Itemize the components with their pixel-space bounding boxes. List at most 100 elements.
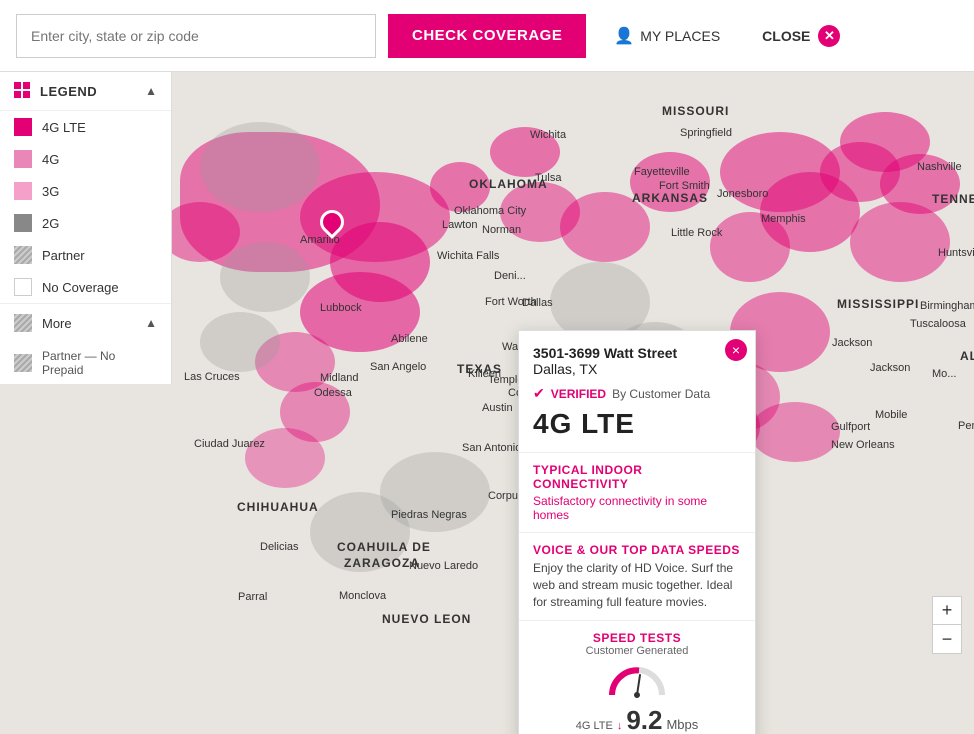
popup-verified-row: ✔ VERIFIED By Customer Data — [519, 381, 755, 406]
more-header[interactable]: More ▲ — [0, 304, 171, 342]
city-label-jackson: Jackson — [832, 337, 872, 349]
legend-item-2g: 2G — [0, 207, 171, 239]
legend-item-3g: 3G — [0, 175, 171, 207]
more-swatch — [14, 314, 32, 332]
popup-close-button[interactable]: × — [725, 339, 747, 361]
city-label-killeen: Killeen — [468, 368, 501, 380]
legend-header-left: LEGEND — [14, 82, 97, 100]
legend-label-4g: 4G — [42, 152, 59, 167]
city-label-las-cruces: Las Cruces — [184, 371, 240, 383]
gauge-svg — [607, 665, 667, 701]
city-label-chihuahua: CHIHUAHUA — [237, 500, 319, 514]
swatch-partner-no-prepaid — [14, 354, 32, 372]
swatch-3g — [14, 182, 32, 200]
speed-number: 9.2 — [626, 705, 662, 734]
popup-voice-body: Enjoy the clarity of HD Voice. Surf the … — [533, 560, 741, 610]
close-icon: ✕ — [818, 25, 840, 47]
more-section: More ▲ Partner — No Prepaid — [0, 303, 171, 384]
popup-indoor-section: TYPICAL INDOOR CONNECTIVITY Satisfactory… — [519, 453, 755, 532]
legend-item-4glte: 4G LTE — [0, 111, 171, 143]
popup-voice-title: VOICE & OUR TOP DATA SPEEDS — [533, 543, 741, 557]
city-label-birmingham: Birmingham — [920, 300, 974, 312]
verified-label: VERIFIED — [551, 387, 606, 401]
city-label-texas: TEXAS — [457, 362, 502, 376]
city-label-delicias: Delicias — [260, 541, 299, 553]
popup-city: Dallas, TX — [533, 361, 741, 377]
legend-label-4glte: 4G LTE — [42, 120, 86, 135]
city-label-austin: Austin — [482, 402, 513, 414]
legend-label-nocoverage: No Coverage — [42, 280, 119, 295]
popup-speed-section: SPEED TESTS Customer Generated — [519, 620, 755, 734]
check-coverage-label: CHECK COVERAGE — [412, 27, 562, 44]
legend-header: LEGEND ▲ — [0, 72, 171, 111]
city-label-laredo: Nuevo Laredo — [409, 560, 478, 572]
speed-unit: Mbps — [666, 717, 698, 732]
city-label-san-angelo: San Angelo — [370, 361, 426, 373]
city-label-denison: Deni... — [494, 270, 526, 282]
city-label-montgomery: Mo... — [932, 368, 956, 380]
swatch-2g — [14, 214, 32, 232]
popup-street: 3501-3699 Watt Street — [533, 345, 741, 361]
legend-collapse-icon[interactable]: ▲ — [145, 84, 157, 98]
zoom-in-button[interactable]: + — [933, 597, 961, 625]
zoom-out-button[interactable]: − — [933, 625, 961, 653]
city-label-jackson2: Jackson — [870, 362, 910, 374]
my-places-button[interactable]: 👤 MY PLACES — [598, 14, 736, 58]
speed-arrow-icon: ↓ — [617, 720, 623, 732]
city-label-missouri: MISSOURI — [662, 104, 729, 118]
verified-check-icon: ✔ — [533, 385, 545, 402]
legend-label-partner: Partner — [42, 248, 85, 263]
legend-label-partner-no-prepaid: Partner — No Prepaid — [42, 349, 157, 377]
swatch-nocoverage — [14, 278, 32, 296]
legend-title: LEGEND — [40, 84, 97, 99]
speedometer — [533, 665, 741, 701]
city-label-mississippi: MISSISSIPPI — [837, 297, 919, 311]
legend-label-2g: 2G — [42, 216, 59, 231]
speed-label: 4G LTE — [576, 720, 613, 732]
city-label-new-orleans: New Orleans — [831, 439, 895, 451]
swatch-4g — [14, 150, 32, 168]
legend-item-partner: Partner — [0, 239, 171, 271]
person-icon: 👤 — [614, 26, 634, 46]
city-label-mobile: Mobile — [875, 409, 907, 421]
city-label-alaba: ALA& M... — [960, 349, 974, 363]
city-label-monclova: Monclova — [339, 590, 386, 602]
more-left: More — [14, 314, 72, 332]
city-label-fort-worth: Fort Worth — [485, 296, 537, 308]
speed-tests-title: SPEED TESTS — [533, 631, 741, 645]
map-pin — [320, 210, 344, 240]
close-button[interactable]: CLOSE ✕ — [748, 14, 854, 58]
popup-indoor-title: TYPICAL INDOOR CONNECTIVITY — [533, 463, 741, 491]
search-input[interactable] — [16, 14, 376, 58]
city-label-dallas: Dallas — [522, 297, 553, 309]
legend-grid-icon — [14, 82, 32, 100]
my-places-label: MY PLACES — [640, 28, 720, 44]
verified-by: By Customer Data — [612, 387, 710, 401]
zoom-controls: + − — [932, 596, 962, 654]
legend-item-4g: 4G — [0, 143, 171, 175]
city-label-springfield: Springfield — [680, 127, 732, 139]
legend-item-partner-no-prepaid: Partner — No Prepaid — [0, 342, 171, 384]
coverage-popup: × 3501-3699 Watt Street Dallas, TX ✔ VER… — [518, 330, 756, 734]
more-chevron-icon: ▲ — [145, 316, 157, 330]
legend-panel: LEGEND ▲ 4G LTE 4G 3G 2G Partner No Cove… — [0, 72, 172, 384]
speed-tests-sub: Customer Generated — [533, 645, 741, 657]
city-label-parral: Parral — [238, 591, 267, 603]
check-coverage-button[interactable]: CHECK COVERAGE — [388, 14, 586, 58]
popup-voice-section: VOICE & OUR TOP DATA SPEEDS Enjoy the cl… — [519, 533, 755, 620]
speed-value-row: 4G LTE ↓ 9.2 Mbps — [533, 705, 741, 734]
topbar: CHECK COVERAGE 👤 MY PLACES CLOSE ✕ — [0, 0, 974, 72]
legend-label-3g: 3G — [42, 184, 59, 199]
popup-address: 3501-3699 Watt Street Dallas, TX — [519, 331, 755, 381]
popup-coverage-type: 4G LTE — [519, 406, 755, 452]
city-label-pensacola: Pensacola — [958, 420, 974, 432]
swatch-4glte — [14, 118, 32, 136]
legend-item-nocoverage: No Coverage — [0, 271, 171, 303]
city-label-wichita-falls: Wichita Falls — [437, 250, 499, 262]
popup-indoor-subtitle: Satisfactory connectivity in some homes — [533, 494, 741, 522]
swatch-partner — [14, 246, 32, 264]
city-label-tuscaloosa: Tuscaloosa — [910, 318, 966, 330]
close-label: CLOSE — [762, 28, 810, 44]
more-label: More — [42, 316, 72, 331]
city-label-san-antonio: San Antonio — [462, 442, 521, 454]
